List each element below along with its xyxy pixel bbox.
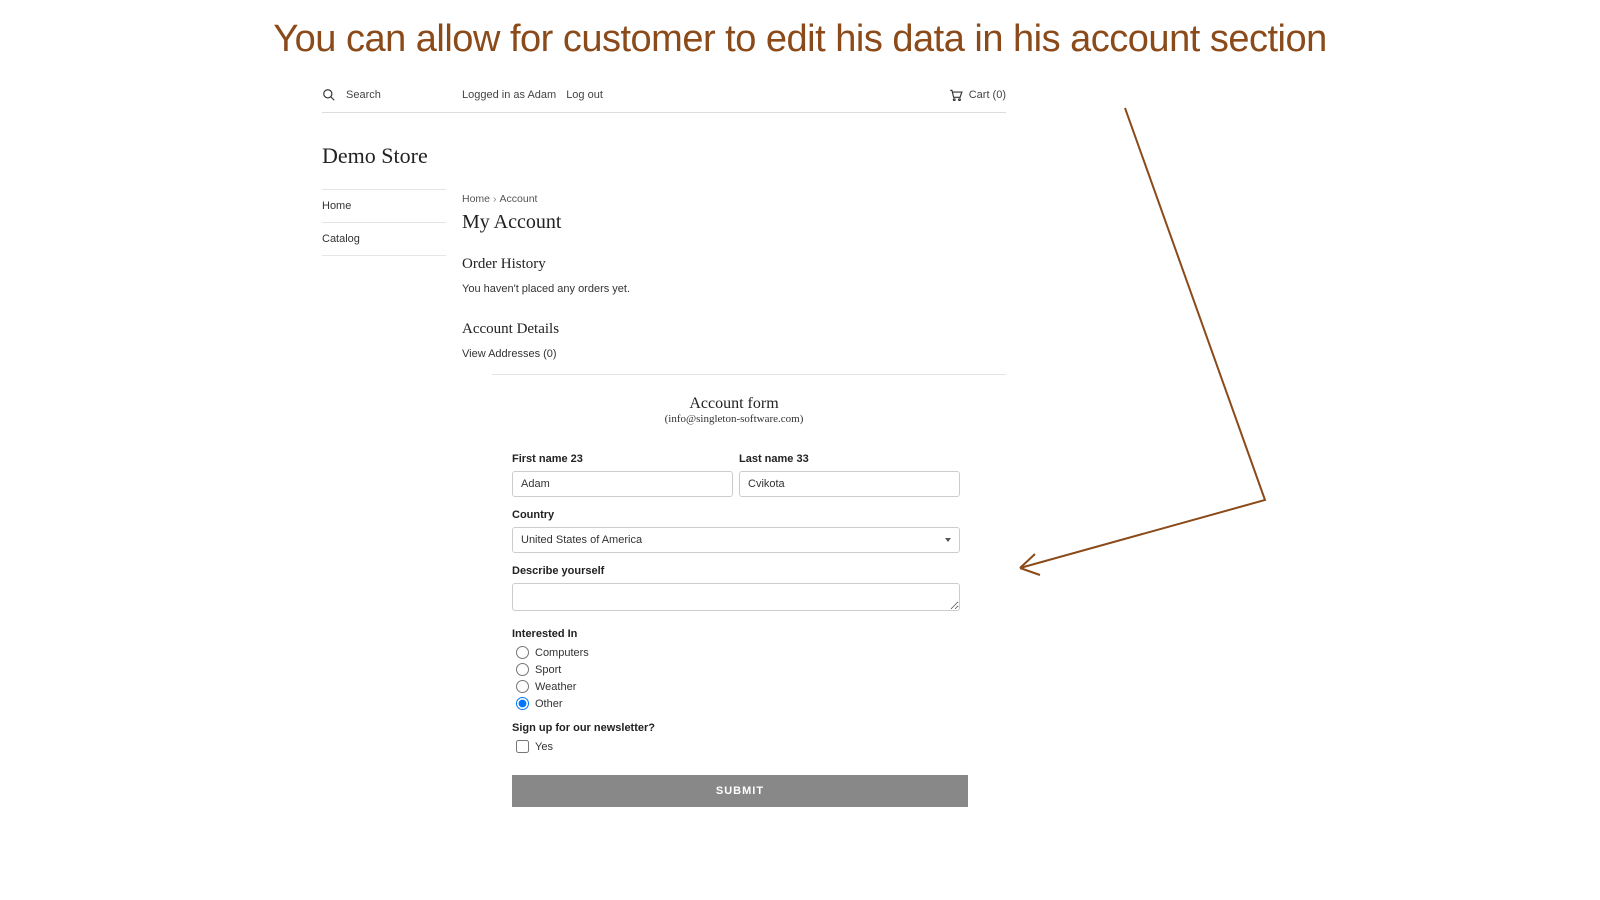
last-name-input[interactable] bbox=[739, 471, 960, 497]
radio-weather[interactable] bbox=[516, 680, 529, 693]
interested-label: Interested In bbox=[512, 628, 960, 640]
breadcrumb-separator-icon: › bbox=[493, 193, 497, 205]
order-history-empty: You haven't placed any orders yet. bbox=[462, 283, 1006, 295]
search-wrap[interactable]: Search bbox=[322, 88, 462, 102]
annotation-arrow-icon bbox=[990, 100, 1290, 600]
screenshot-frame: Search Logged in as Adam Log out Cart (0… bbox=[322, 82, 1006, 807]
radio-computers[interactable] bbox=[516, 646, 529, 659]
cart-link[interactable]: Cart (0) bbox=[949, 89, 1006, 101]
account-details-heading: Account Details bbox=[462, 321, 1006, 338]
page-title: My Account bbox=[462, 211, 1006, 234]
last-name-label: Last name 33 bbox=[739, 453, 960, 465]
interested-option-label: Weather bbox=[535, 681, 576, 693]
store-title[interactable]: Demo Store bbox=[322, 113, 1006, 189]
breadcrumb-current: Account bbox=[500, 193, 538, 205]
sidebar: Home Catalog bbox=[322, 189, 446, 807]
newsletter-label: Sign up for our newsletter? bbox=[512, 722, 960, 734]
interested-option-weather[interactable]: Weather bbox=[512, 680, 960, 693]
breadcrumb-home[interactable]: Home bbox=[462, 193, 490, 205]
sidebar-item-catalog[interactable]: Catalog bbox=[322, 223, 446, 256]
breadcrumb: Home›Account bbox=[462, 193, 1006, 205]
describe-label: Describe yourself bbox=[512, 565, 960, 577]
form-title: Account form bbox=[462, 395, 1006, 413]
main-content: Home›Account My Account Order History Yo… bbox=[462, 189, 1006, 807]
newsletter-option-label: Yes bbox=[535, 741, 553, 753]
interested-option-computers[interactable]: Computers bbox=[512, 646, 960, 659]
page-headline: You can allow for customer to edit his d… bbox=[0, 0, 1600, 69]
interested-option-other[interactable]: Other bbox=[512, 697, 960, 710]
divider bbox=[492, 374, 1006, 375]
logged-in-as[interactable]: Logged in as Adam bbox=[462, 89, 556, 101]
first-name-input[interactable] bbox=[512, 471, 733, 497]
interested-option-label: Other bbox=[535, 698, 563, 710]
newsletter-checkbox[interactable] bbox=[516, 740, 529, 753]
cart-label: Cart (0) bbox=[969, 89, 1006, 101]
search-icon bbox=[322, 88, 336, 102]
topbar-links: Logged in as Adam Log out bbox=[462, 89, 603, 101]
describe-textarea[interactable] bbox=[512, 583, 960, 611]
interested-option-label: Sport bbox=[535, 664, 561, 676]
radio-other[interactable] bbox=[516, 697, 529, 710]
form-subtitle: (info@singleton-software.com) bbox=[462, 413, 1006, 425]
country-select[interactable]: United States of America bbox=[512, 527, 960, 553]
interested-option-label: Computers bbox=[535, 647, 589, 659]
radio-sport[interactable] bbox=[516, 663, 529, 676]
sidebar-item-home[interactable]: Home bbox=[322, 189, 446, 223]
submit-button[interactable]: SUBMIT bbox=[512, 775, 968, 807]
account-form: First name 23 Last name 33 Country Unite… bbox=[462, 453, 960, 753]
country-label: Country bbox=[512, 509, 960, 521]
topbar: Search Logged in as Adam Log out Cart (0… bbox=[322, 82, 1006, 113]
interested-option-sport[interactable]: Sport bbox=[512, 663, 960, 676]
newsletter-option-yes[interactable]: Yes bbox=[512, 740, 960, 753]
view-addresses-link[interactable]: View Addresses (0) bbox=[462, 348, 1006, 360]
logout-link[interactable]: Log out bbox=[566, 89, 603, 101]
cart-icon bbox=[949, 89, 963, 101]
order-history-heading: Order History bbox=[462, 256, 1006, 273]
first-name-label: First name 23 bbox=[512, 453, 733, 465]
search-label: Search bbox=[346, 89, 381, 101]
